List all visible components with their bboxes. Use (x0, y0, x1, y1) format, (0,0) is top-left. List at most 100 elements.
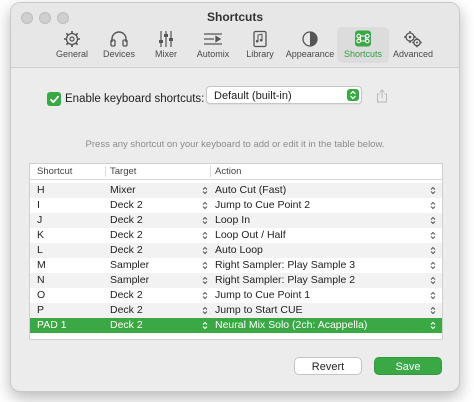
preferences-window: Shortcuts General Devices Mixer Automix … (10, 2, 460, 392)
shortcuts-table: G Mixer Auto Cut HMixerAuto Cut (Fast)ID… (29, 163, 443, 340)
target-stepper[interactable] (202, 291, 208, 300)
table-row[interactable]: I Deck 2 Jump to Cue Point 2 (30, 198, 442, 213)
action-stepper[interactable] (430, 186, 436, 195)
cell-target: Sampler (110, 259, 150, 271)
target-stepper[interactable] (202, 306, 208, 315)
table-row[interactable]: J Deck 2 Loop In (30, 213, 442, 228)
cell-action: Auto Loop (215, 244, 263, 256)
target-stepper[interactable] (202, 246, 208, 255)
action-stepper[interactable] (430, 306, 436, 315)
hint-text: Press any shortcut on your keyboard to a… (85, 139, 385, 150)
table-row-selected[interactable]: PAD 1 Deck 2 Neural Mix Solo (2ch: Acappel… (30, 318, 442, 333)
preset-select-value: Default (built-in) (214, 90, 292, 102)
tab-automix[interactable]: Automix (190, 27, 236, 63)
enable-shortcuts-label: Enable keyboard shortcuts: (65, 93, 205, 105)
cell-shortcut: O (37, 289, 46, 301)
cell-shortcut: J (37, 214, 43, 226)
cell-target: Sampler (110, 274, 150, 286)
tab-shortcuts[interactable]: Shortcuts (337, 27, 389, 63)
cell-shortcut: K (37, 229, 45, 241)
checkmark-icon (49, 95, 59, 103)
enable-shortcuts-row: Enable keyboard shortcuts: (47, 89, 204, 109)
table-row[interactable]: L Deck 2 Auto Loop (30, 243, 442, 258)
cell-target: Deck 2 (110, 289, 143, 301)
target-stepper[interactable] (202, 201, 208, 210)
cell-action: Auto Cut (Fast) (215, 184, 287, 196)
tab-automix-label: Automix (196, 49, 230, 59)
cell-target: Deck 2 (110, 304, 143, 316)
action-stepper[interactable] (430, 216, 436, 225)
cell-target: Deck 2 (110, 214, 143, 226)
mixer-sliders-icon (159, 31, 173, 47)
command-key-icon (355, 30, 371, 47)
target-stepper[interactable] (202, 231, 208, 240)
cell-action: Loop Out / Half (215, 229, 286, 241)
cell-shortcut: PAD 1 (37, 319, 67, 331)
cell-target: Deck 2 (110, 319, 143, 331)
cell-shortcut: I (37, 199, 40, 211)
action-stepper[interactable] (430, 291, 436, 300)
table-row[interactable]: O Deck 2 Jump to Cue Point 1 (30, 288, 442, 303)
tab-advanced[interactable]: Advanced (390, 27, 436, 63)
action-stepper[interactable] (430, 201, 436, 210)
tab-advanced-label: Advanced (392, 49, 434, 59)
tab-devices[interactable]: Devices (96, 27, 142, 63)
cell-shortcut: N (37, 274, 45, 286)
cell-shortcut: H (37, 184, 45, 196)
target-stepper[interactable] (202, 321, 208, 330)
gear-icon (64, 31, 80, 47)
cell-target: Deck 2 (110, 199, 143, 211)
target-stepper[interactable] (202, 276, 208, 285)
revert-button[interactable]: Revert (294, 357, 362, 375)
table-row[interactable]: M Sampler Right Sampler: Play Sample 3 (30, 258, 442, 273)
action-stepper[interactable] (430, 246, 436, 255)
target-stepper[interactable] (202, 261, 208, 270)
table-row[interactable]: P Deck 2 Jump to Start CUE (30, 303, 442, 318)
updown-chevron-icon (347, 89, 359, 101)
column-header-target[interactable]: Target (110, 166, 136, 177)
table-row[interactable]: K Deck 2 Loop Out / Half (30, 228, 442, 243)
column-header-shortcut[interactable]: Shortcut (37, 166, 72, 177)
cell-shortcut: L (37, 244, 43, 256)
table-row[interactable]: N Sampler Right Sampler: Play Sample 2 (30, 273, 442, 288)
cell-action: Loop In (215, 214, 251, 226)
action-stepper[interactable] (430, 321, 436, 330)
headphones-icon (110, 31, 128, 47)
tab-general[interactable]: General (49, 27, 95, 63)
share-icon[interactable] (376, 89, 388, 103)
cell-target: Mixer (110, 184, 136, 196)
tab-mixer-label: Mixer (155, 49, 177, 59)
preset-select[interactable]: Default (built-in) (206, 86, 362, 104)
cell-target: Deck 2 (110, 244, 143, 256)
tab-library[interactable]: Library (237, 27, 283, 63)
tab-general-label: General (55, 49, 89, 59)
action-stepper[interactable] (430, 261, 436, 270)
table-row[interactable]: H Mixer Auto Cut (Fast) (30, 183, 442, 198)
target-stepper[interactable] (202, 216, 208, 225)
cell-target: Deck 2 (110, 229, 143, 241)
action-stepper[interactable] (430, 231, 436, 240)
table-header: Shortcut Target Action (30, 164, 442, 180)
shortcuts-pane: Enable keyboard shortcuts: Default (buil… (11, 68, 459, 391)
table-rows: H Mixer Auto Cut (Fast) I Deck 2 Jump to Cue … (30, 183, 442, 333)
shortcuts-table-body: G Mixer Auto Cut HMixerAuto Cut (Fast)ID… (30, 169, 442, 333)
titlebar: Shortcuts General Devices Mixer Automix … (11, 3, 459, 68)
column-header-action[interactable]: Action (215, 166, 241, 177)
cell-shortcut: M (37, 259, 46, 271)
tab-mixer[interactable]: Mixer (143, 27, 189, 63)
column-divider (105, 166, 106, 177)
enable-shortcuts-checkbox[interactable] (47, 92, 61, 106)
save-button[interactable]: Save (374, 357, 442, 375)
tab-appearance-label: Appearance (285, 49, 335, 59)
tab-shortcuts-label: Shortcuts (343, 49, 383, 59)
library-book-icon (253, 30, 267, 48)
window-title: Shortcuts (206, 10, 263, 24)
target-stepper[interactable] (202, 186, 208, 195)
tab-devices-label: Devices (102, 49, 135, 59)
action-stepper[interactable] (430, 276, 436, 285)
cell-action: Jump to Cue Point 2 (215, 199, 311, 211)
column-divider (210, 166, 211, 177)
cell-shortcut: P (37, 304, 45, 316)
cell-action: Right Sampler: Play Sample 2 (215, 274, 356, 286)
tab-appearance[interactable]: Appearance (284, 27, 336, 63)
